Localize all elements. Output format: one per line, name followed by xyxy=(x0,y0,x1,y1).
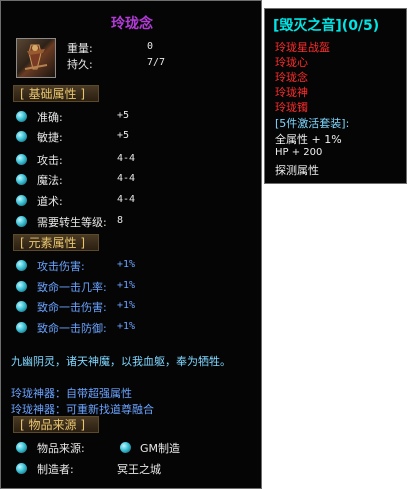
attr-label: 敏捷: xyxy=(37,131,63,144)
weight-label: 重量: xyxy=(67,42,93,55)
durability-value: 7/7 xyxy=(147,57,166,68)
section-basic-label: 基础属性 xyxy=(28,87,77,101)
set-bonus-line: HP + 200 xyxy=(275,147,323,158)
attr-label: 魔法: xyxy=(37,174,63,187)
element-attr-value: +1% xyxy=(117,321,136,332)
element-attr-label: 致命一击防御: xyxy=(37,322,107,335)
source-origin-value: GM制造 xyxy=(140,442,181,455)
maker-value: 冥王之城 xyxy=(117,463,161,476)
section-element-attrs: [ 元素属性 ] xyxy=(13,234,99,251)
section-basic-attrs: [ 基础属性 ] xyxy=(13,85,99,102)
attr-label: 需要转生等级: xyxy=(37,216,107,229)
attr-value: +5 xyxy=(117,130,130,141)
attr-value: 4-4 xyxy=(117,173,136,184)
set-piece: 玲珑星战盔 xyxy=(275,41,330,54)
attr-value: 4-4 xyxy=(117,153,136,164)
set-title: [毁灭之音](0/5) xyxy=(273,18,380,34)
attr-value: +5 xyxy=(117,110,130,121)
section-source-label: 物品来源 xyxy=(28,418,77,432)
set-bonus-header: [5件激活套装]: xyxy=(275,117,350,130)
set-bonus-line: 探测属性 xyxy=(275,164,319,177)
set-bonus-line: 全属性 + 1% xyxy=(275,133,342,146)
attr-label: 道术: xyxy=(37,195,63,208)
set-piece: 玲珑镯 xyxy=(275,101,308,114)
element-attr-value: +1% xyxy=(117,280,136,291)
attr-label: 攻击: xyxy=(37,154,63,167)
orb-icon xyxy=(16,131,27,142)
item-figure-icon xyxy=(24,44,48,70)
attr-value: 4-4 xyxy=(117,194,136,205)
orb-icon xyxy=(16,111,27,122)
orb-icon xyxy=(16,281,27,292)
artifact-line: 玲珑神器：自带超强属性 xyxy=(11,387,132,400)
flavor-text: 九幽阴灵，诸天神魔，以我血躯，奉为牺牲。 xyxy=(11,355,231,368)
item-name: 玲珑念 xyxy=(111,16,153,32)
set-bonus-panel: [毁灭之音](0/5) 玲珑星战盔 玲珑心 玲珑念 玲珑神 玲珑镯 [5件激活套… xyxy=(264,8,407,184)
element-attr-label: 致命一击伤害: xyxy=(37,301,107,314)
element-attr-value: +1% xyxy=(117,300,136,311)
orb-icon xyxy=(16,154,27,165)
item-tooltip-panel: 玲珑念 重量: 0 持久: 7/7 [ 基础属性 ] 准确: +5 敏捷: +5… xyxy=(0,0,262,489)
attr-value: 8 xyxy=(117,215,124,226)
element-attr-value: +1% xyxy=(117,259,136,270)
orb-icon xyxy=(16,322,27,333)
orb-icon xyxy=(16,301,27,312)
orb-icon xyxy=(16,216,27,227)
source-origin-label: 物品来源: xyxy=(37,442,85,455)
artifact-line: 玲珑神器：可重新找道尊融合 xyxy=(11,403,154,416)
element-attr-label: 致命一击几率: xyxy=(37,281,107,294)
set-piece: 玲珑神 xyxy=(275,86,308,99)
attr-label: 准确: xyxy=(37,111,63,124)
orb-icon xyxy=(16,463,27,474)
orb-icon xyxy=(16,442,27,453)
orb-icon xyxy=(16,260,27,271)
set-piece: 玲珑念 xyxy=(275,71,308,84)
orb-icon xyxy=(16,195,27,206)
set-piece: 玲珑心 xyxy=(275,56,308,69)
durability-label: 持久: xyxy=(67,58,93,71)
section-element-label: 元素属性 xyxy=(28,236,77,250)
maker-label: 制造者: xyxy=(37,463,74,476)
element-attr-label: 攻击伤害: xyxy=(37,260,85,273)
item-icon xyxy=(16,38,56,78)
orb-icon xyxy=(16,174,27,185)
orb-icon xyxy=(120,442,131,453)
section-item-source: [ 物品来源 ] xyxy=(13,416,99,433)
weight-value: 0 xyxy=(147,41,154,52)
